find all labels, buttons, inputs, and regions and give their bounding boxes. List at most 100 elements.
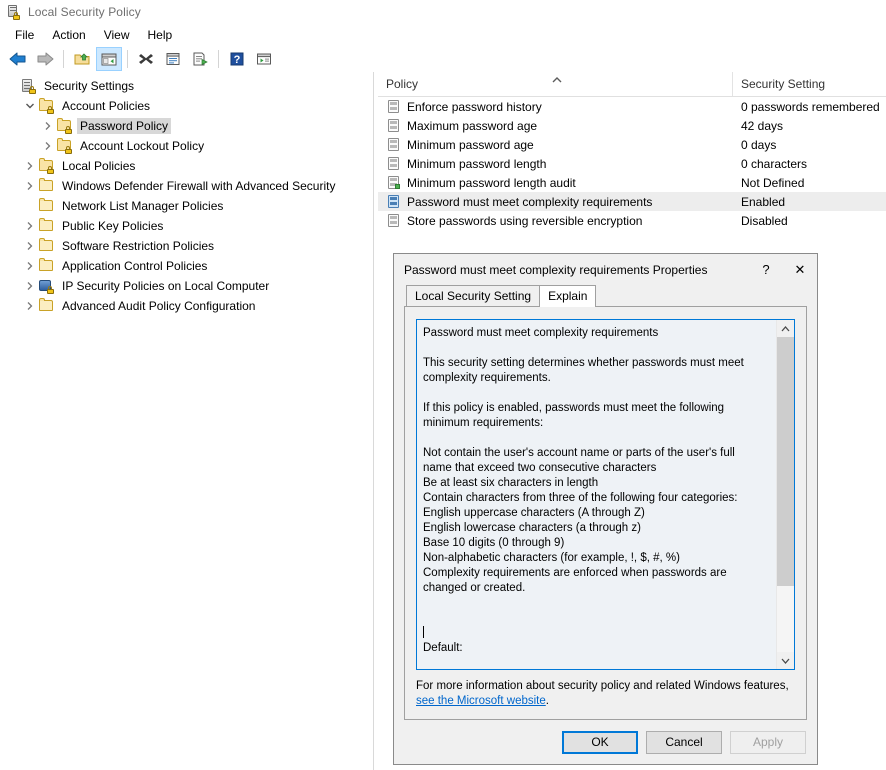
tree-item-network-list-manager-policies[interactable]: Network List Manager Policies — [0, 196, 373, 216]
table-row[interactable]: Maximum password age42 days — [378, 116, 886, 135]
filter-button[interactable] — [251, 47, 277, 71]
policy-icon — [386, 99, 402, 115]
tab-explain[interactable]: Explain — [539, 285, 596, 307]
tree-item-label: Application Control Policies — [59, 258, 210, 274]
export-list-button[interactable] — [187, 47, 213, 71]
dialog-body: Local Security Setting Explain Password … — [394, 285, 817, 720]
menu-help[interactable]: Help — [139, 26, 182, 44]
back-button[interactable] — [5, 47, 31, 71]
policy-name: Store passwords using reversible encrypt… — [407, 214, 642, 228]
folder-lock-icon — [38, 158, 54, 174]
menu-action[interactable]: Action — [43, 26, 94, 44]
security-policy-icon — [6, 4, 22, 20]
tree-item-label: Account Policies — [59, 98, 153, 114]
table-row[interactable]: Minimum password age0 days — [378, 135, 886, 154]
chevron-right-icon[interactable] — [22, 298, 38, 314]
microsoft-website-link[interactable]: see the Microsoft website — [416, 695, 546, 707]
chevron-right-icon[interactable] — [22, 178, 38, 194]
chevron-down-icon[interactable] — [22, 98, 38, 114]
table-row[interactable]: Minimum password length0 characters — [378, 154, 886, 173]
tree-item-public-key-policies[interactable]: Public Key Policies — [0, 216, 373, 236]
show-hide-console-tree-button[interactable] — [96, 47, 122, 71]
tree-item-password-policy[interactable]: Password Policy — [0, 116, 373, 136]
up-folder-button[interactable] — [69, 47, 95, 71]
explain-text-after-caret: Default: Enabled on domain controllers. … — [423, 642, 591, 669]
chevron-right-icon[interactable] — [22, 218, 38, 234]
table-row[interactable]: Enforce password history 0 passwords reme… — [378, 97, 886, 116]
chevron-right-icon[interactable] — [22, 158, 38, 174]
scroll-down-icon[interactable] — [777, 652, 794, 669]
menubar: File Action View Help — [0, 24, 886, 46]
tree-item-security-settings[interactable]: Security Settings — [0, 76, 373, 96]
folder-icon — [38, 218, 54, 234]
tree-item-ip-security-policies-on-local-computer[interactable]: IP Security Policies on Local Computer — [0, 276, 373, 296]
chevron-right-icon[interactable] — [40, 118, 56, 134]
column-header-policy[interactable]: Policy — [378, 72, 733, 96]
tree-item-account-lockout-policy[interactable]: Account Lockout Policy — [0, 136, 373, 156]
help-button[interactable]: ? — [224, 47, 250, 71]
scrollbar-track[interactable] — [777, 337, 794, 652]
forward-arrow-icon — [36, 51, 54, 67]
dialog-titlebar: Password must meet complexity requiremen… — [394, 254, 817, 285]
table-row[interactable]: Store passwords using reversible encrypt… — [378, 211, 886, 230]
delete-button[interactable] — [133, 47, 159, 71]
tree-item-application-control-policies[interactable]: Application Control Policies — [0, 256, 373, 276]
cell-security-setting: 0 passwords remembered — [733, 100, 886, 114]
column-header-policy-label: Policy — [386, 77, 418, 91]
export-list-icon — [191, 51, 209, 67]
security-settings-icon — [20, 78, 36, 94]
window-title: Local Security Policy — [28, 5, 141, 19]
column-header-security-setting[interactable]: Security Setting — [733, 72, 886, 96]
menu-view[interactable]: View — [95, 26, 139, 44]
table-row[interactable]: Password must meet complexity requiremen… — [378, 192, 886, 211]
policy-name: Enforce password history — [407, 100, 542, 114]
info-suffix: . — [546, 695, 549, 707]
dialog-close-button[interactable]: ✕ — [783, 255, 817, 284]
chevron-right-icon[interactable] — [22, 258, 38, 274]
tab-local-security-setting[interactable]: Local Security Setting — [406, 285, 540, 306]
back-arrow-icon — [9, 51, 27, 67]
properties-button[interactable] — [160, 47, 186, 71]
forward-button[interactable] — [32, 47, 58, 71]
menu-file[interactable]: File — [6, 26, 43, 44]
cell-security-setting: Not Defined — [733, 176, 886, 190]
ok-button[interactable]: OK — [562, 731, 638, 754]
policy-audit-icon — [386, 175, 402, 191]
tree-item-advanced-audit-policy-configuration[interactable]: Advanced Audit Policy Configuration — [0, 296, 373, 316]
console-tree-pane: Security Settings Account Policies Passwor… — [0, 72, 374, 770]
chevron-right-icon[interactable] — [40, 138, 56, 154]
toolbar: ? — [0, 46, 886, 73]
scroll-up-icon[interactable] — [777, 320, 794, 337]
tree-item-local-policies[interactable]: Local Policies — [0, 156, 373, 176]
chevron-right-icon[interactable] — [22, 238, 38, 254]
apply-button[interactable]: Apply — [730, 731, 806, 754]
folder-icon — [38, 198, 54, 214]
scrollbar-thumb[interactable] — [777, 337, 794, 586]
properties-dialog: Password must meet complexity requiremen… — [393, 253, 818, 765]
chevron-right-icon[interactable] — [22, 278, 38, 294]
tree-item-software-restriction-policies[interactable]: Software Restriction Policies — [0, 236, 373, 256]
explain-tab-panel: Password must meet complexity requiremen… — [404, 306, 807, 720]
policy-selected-icon — [386, 194, 402, 210]
explain-text-before-caret: Password must meet complexity requiremen… — [423, 327, 744, 594]
dialog-help-button[interactable]: ? — [749, 255, 783, 284]
policy-icon — [386, 137, 402, 153]
explain-textarea[interactable]: Password must meet complexity requiremen… — [416, 319, 795, 670]
cell-security-setting: Enabled — [733, 195, 886, 209]
tree-item-account-policies[interactable]: Account Policies — [0, 96, 373, 116]
tree-item-label: Security Settings — [41, 78, 137, 94]
policy-name: Password must meet complexity requiremen… — [407, 195, 652, 209]
cell-policy: Store passwords using reversible encrypt… — [378, 213, 733, 229]
cancel-button[interactable]: Cancel — [646, 731, 722, 754]
console-tree-icon — [100, 51, 118, 67]
tree-item-label: Windows Defender Firewall with Advanced … — [59, 178, 338, 194]
up-folder-icon — [73, 51, 91, 67]
explain-scrollbar[interactable] — [776, 320, 794, 669]
toolbar-separator-3 — [218, 50, 219, 68]
info-prefix: For more information about security poli… — [416, 680, 789, 692]
tree-item-label: Network List Manager Policies — [59, 198, 226, 214]
cell-policy: Minimum password age — [378, 137, 733, 153]
tree-item-windows-defender-firewall-with-advanced-security[interactable]: Windows Defender Firewall with Advanced … — [0, 176, 373, 196]
table-row[interactable]: Minimum password length auditNot Defined — [378, 173, 886, 192]
tree-item-label: Local Policies — [59, 158, 138, 174]
